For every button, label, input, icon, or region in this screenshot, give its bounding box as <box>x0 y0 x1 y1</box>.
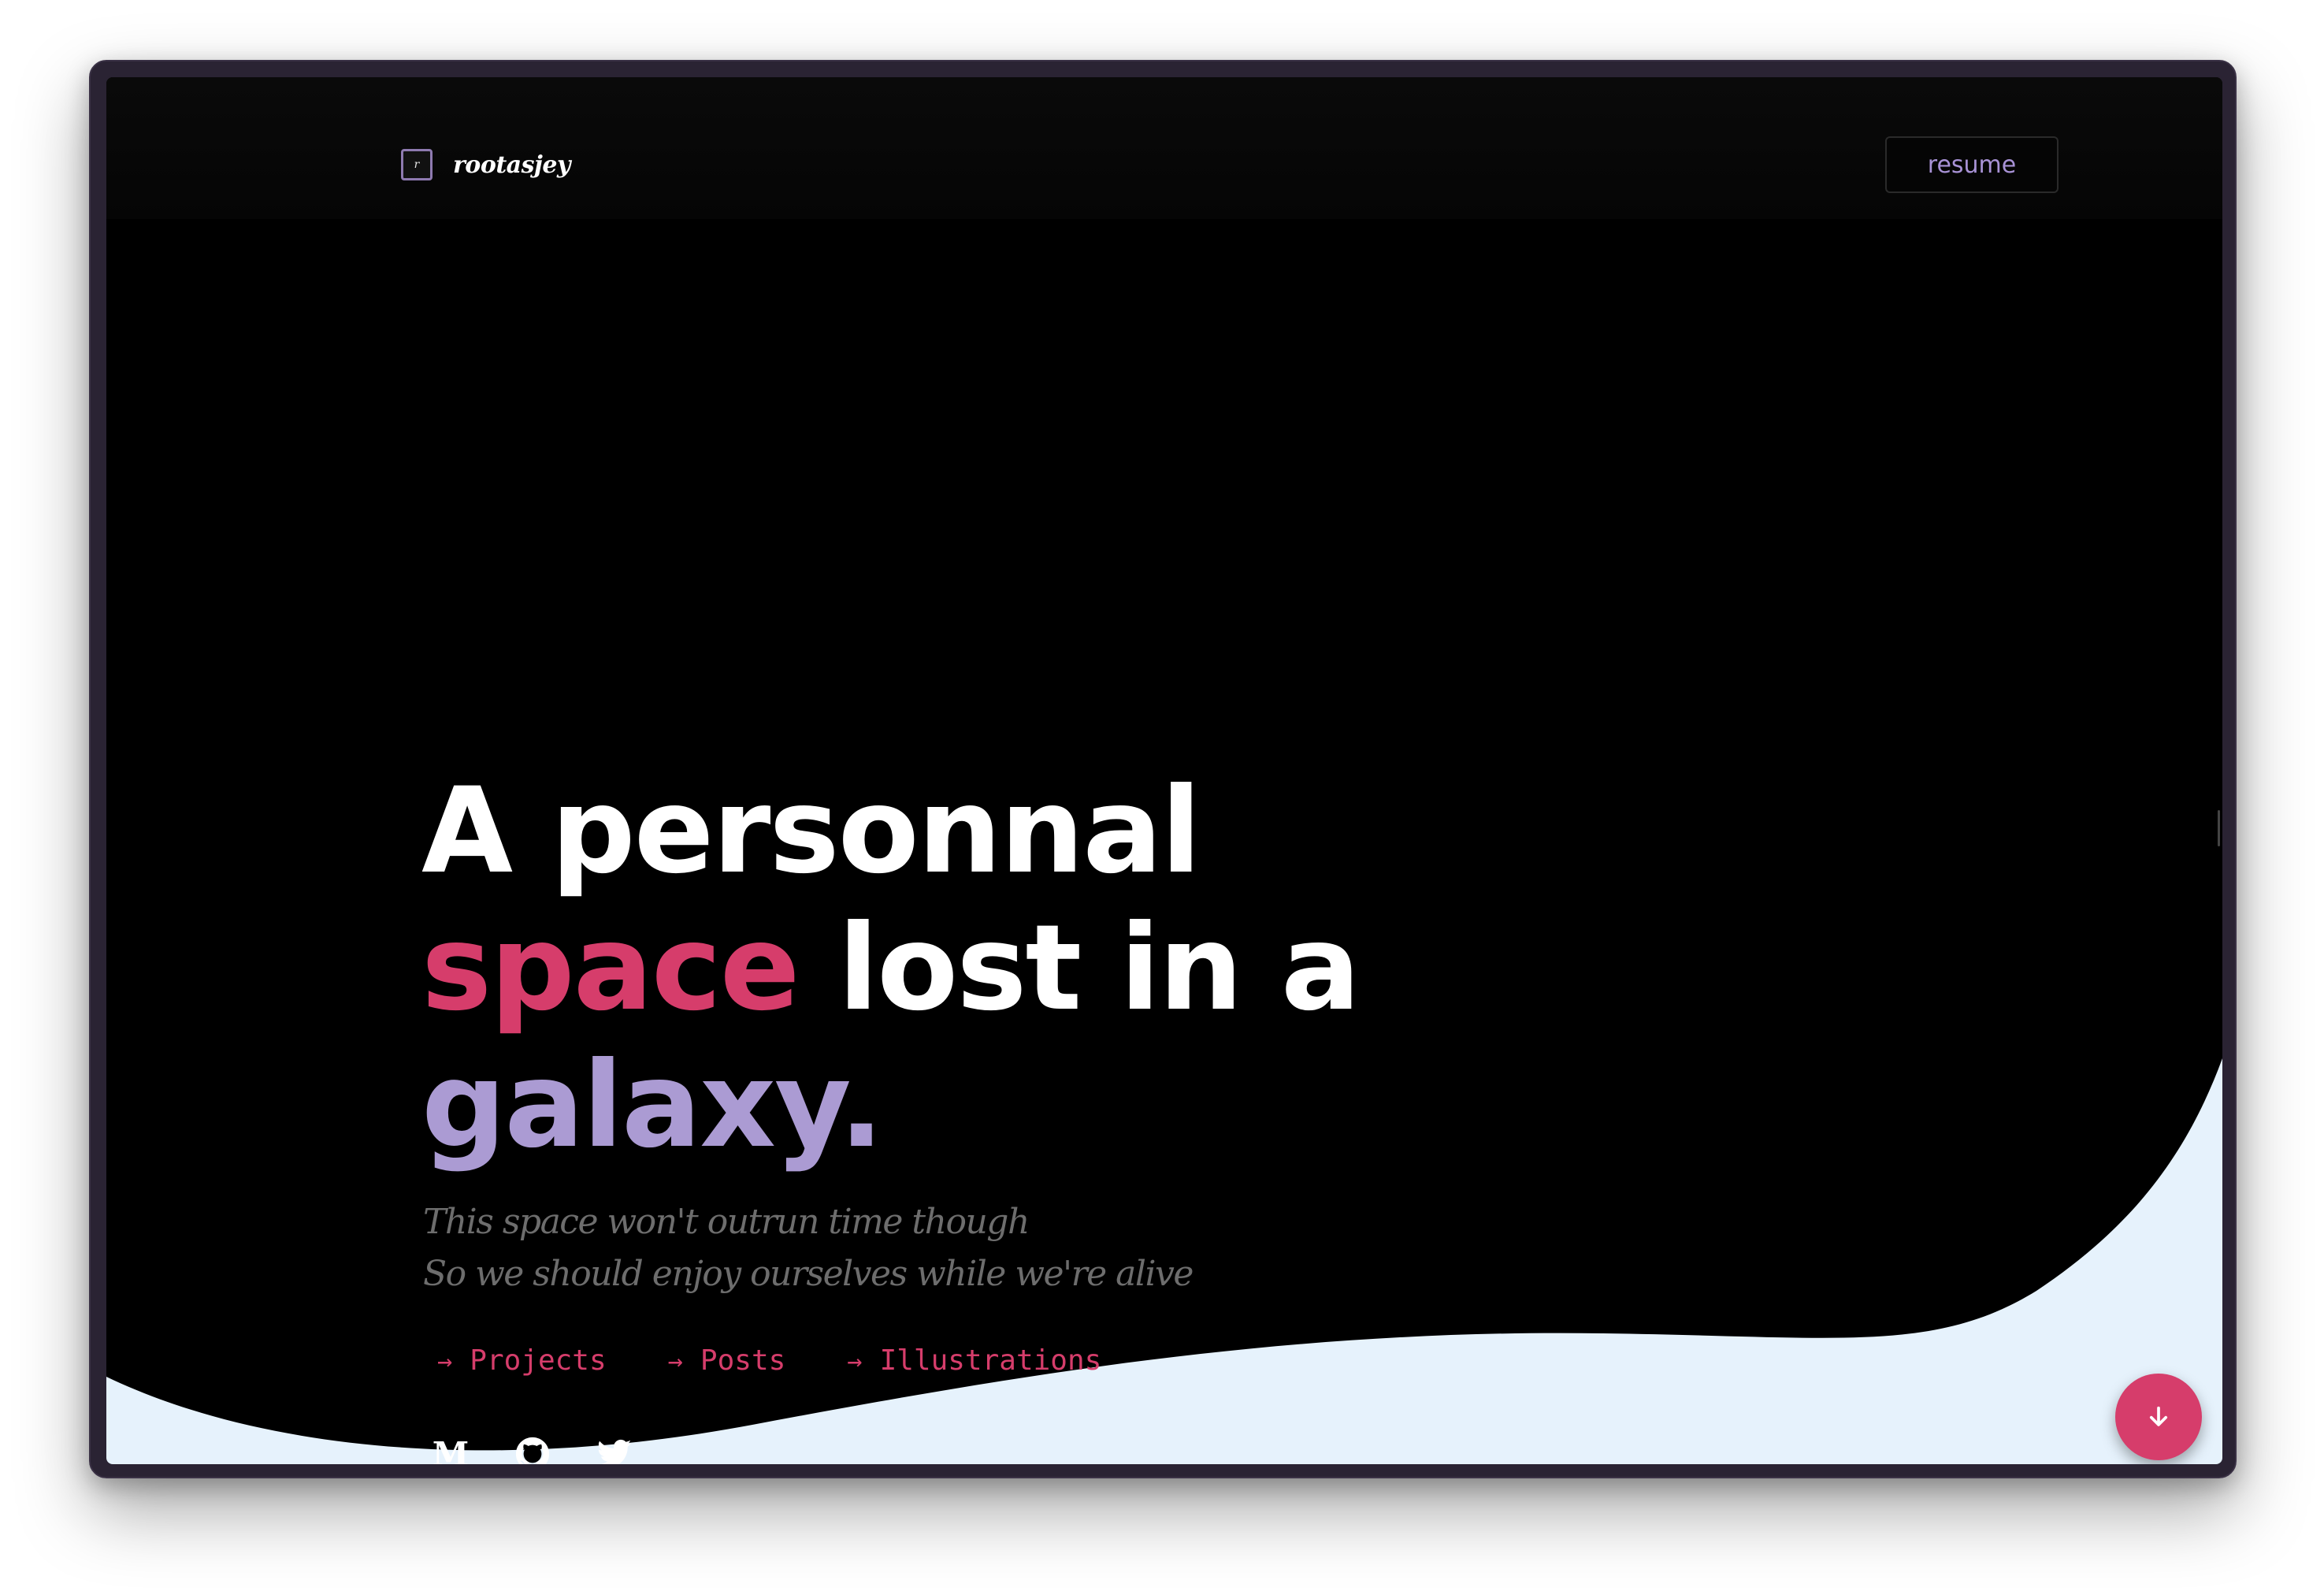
nav-link-illustrations[interactable]: → Illustrations <box>847 1344 1101 1377</box>
nav-link-projects[interactable]: → Projects <box>437 1344 607 1377</box>
nav-link-label: Illustrations <box>879 1344 1102 1377</box>
browser-viewport: r rootasjey resume A personnal space los… <box>106 77 2222 1464</box>
scroll-down-button[interactable] <box>2115 1374 2202 1460</box>
nav-link-label: Posts <box>700 1344 786 1377</box>
medium-icon: M <box>432 1434 470 1465</box>
hero-line-1: A personnal <box>421 763 1201 900</box>
github-link[interactable] <box>513 1434 552 1464</box>
hero-heading: A personnal space lost in a galaxy. <box>421 763 1361 1174</box>
scrollbar-handle[interactable] <box>2218 810 2220 846</box>
tagline-line-2: So we should enjoy ourselves while we're… <box>423 1254 1194 1294</box>
hero-line-2-rest: lost in a <box>798 900 1361 1037</box>
hero-tagline: This space won't outrun time though So w… <box>423 1196 1194 1300</box>
arrow-right-icon: → <box>437 1345 453 1376</box>
arrow-right-icon: → <box>667 1345 683 1376</box>
github-icon <box>515 1437 550 1464</box>
hero-line-3: galaxy. <box>421 1037 884 1174</box>
twitter-link[interactable] <box>595 1434 634 1464</box>
arrow-right-icon: → <box>847 1345 863 1376</box>
arrow-down-icon <box>2149 1406 2168 1426</box>
twitter-icon <box>598 1439 632 1464</box>
nav-link-posts[interactable]: → Posts <box>668 1344 786 1377</box>
medium-link[interactable]: M <box>431 1434 470 1465</box>
hero-accent-word: space <box>421 900 800 1037</box>
social-links: M <box>431 1434 677 1464</box>
tagline-line-1: This space won't outrun time though <box>423 1202 1030 1242</box>
section-links: → Projects → Posts → Illustrations <box>437 1344 1163 1377</box>
nav-link-label: Projects <box>470 1344 607 1377</box>
hero-line-2: space lost in a <box>421 900 1361 1037</box>
laptop-frame: r rootasjey resume A personnal space los… <box>89 60 2237 1478</box>
